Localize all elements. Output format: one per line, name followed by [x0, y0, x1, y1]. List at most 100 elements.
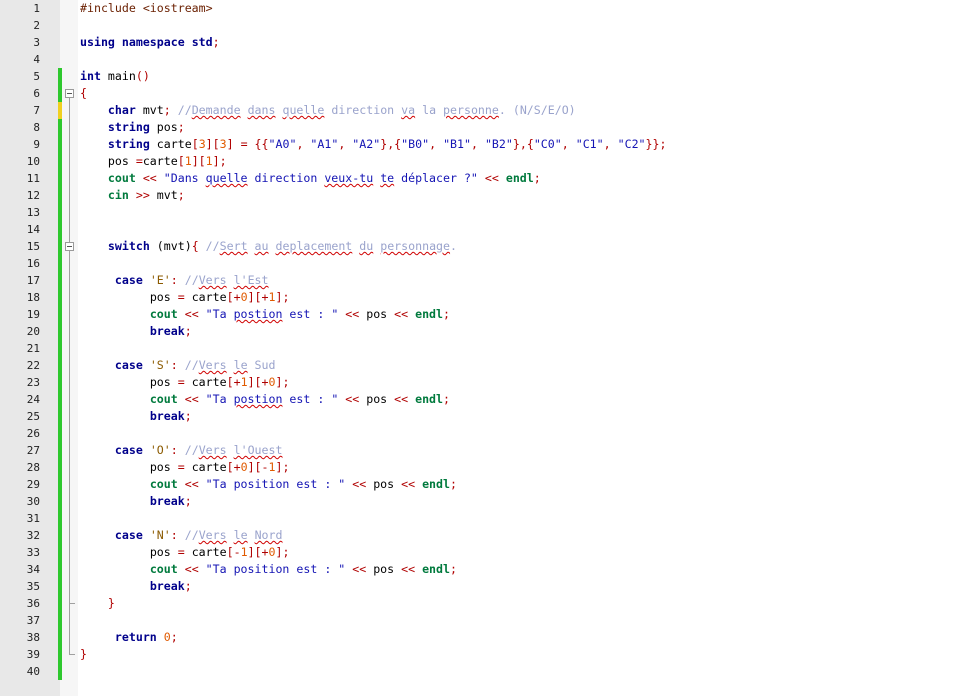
code-token: carte: [184, 290, 227, 304]
line-number: 40: [26, 665, 40, 678]
code-line[interactable]: cout << "Ta position est : " << pos << e…: [80, 476, 457, 493]
code-line[interactable]: break;: [80, 408, 192, 425]
code-line[interactable]: cout << "Dans quelle direction veux-tu t…: [80, 170, 541, 187]
line-number: 29: [26, 478, 40, 491]
code-token: [: [177, 154, 185, 168]
code-editor[interactable]: 1 2 3 4 5 6 7 8 9 10 11 12 13 14 15 16 17 18 19 20 21 22 23 24 2…: [0, 0, 960, 696]
code-line[interactable]: {: [80, 85, 87, 102]
code-line[interactable]: cout << "Ta postion est : " << pos << en…: [80, 306, 450, 323]
line-number-gutter: 1 2 3 4 5 6 7 8 9 10 11 12 13 14 15 16 17 18 19 20 21 22 23 24 2…: [0, 0, 60, 696]
fold-end-marker: [69, 654, 75, 655]
code-token: est : ": [282, 392, 339, 406]
code-token: ][+: [247, 375, 269, 389]
line-number: 31: [26, 512, 40, 525]
code-token: (): [135, 69, 150, 83]
code-token: . (N/S/E/O): [498, 103, 576, 117]
code-token: std: [191, 35, 213, 49]
code-line[interactable]: char mvt; //Demande dans quelle directio…: [80, 102, 576, 119]
code-token: "C1": [575, 137, 604, 151]
code-line[interactable]: #include <iostream>: [80, 0, 213, 17]
code-token: postion: [233, 392, 283, 406]
code-line[interactable]: pos = carte[+1][+0];: [80, 374, 290, 391]
line-number: 35: [26, 580, 40, 593]
line-number: 26: [26, 427, 40, 440]
code-token: case: [114, 443, 143, 457]
code-line[interactable]: cout << "Ta position est : " << pos << e…: [80, 561, 457, 578]
code-token: pos: [149, 290, 178, 304]
code-line[interactable]: pos =carte[1][1];: [80, 153, 227, 170]
code-line[interactable]: pos = carte[+0][-1];: [80, 459, 290, 476]
code-token: pos: [149, 460, 178, 474]
code-line[interactable]: break;: [80, 323, 192, 340]
code-token: la: [415, 103, 444, 117]
code-line[interactable]: switch (mvt){ //Sert au deplacement du p…: [80, 238, 457, 255]
fold-collapse-main-icon[interactable]: [65, 89, 74, 98]
code-token: =: [177, 460, 185, 474]
code-line[interactable]: cout << "Ta postion est : " << pos << en…: [80, 391, 450, 408]
code-token: //: [198, 239, 220, 253]
code-line[interactable]: pos = carte[+0][+1];: [80, 289, 290, 306]
code-line[interactable]: return 0;: [80, 629, 178, 646]
code-line[interactable]: string pos;: [80, 119, 185, 136]
code-line[interactable]: case 'E': //Vers l'Est: [80, 272, 269, 289]
code-token: case: [114, 358, 143, 372]
code-token: carte: [184, 545, 227, 559]
code-line[interactable]: case 'O': //Vers l'Ouest: [80, 442, 283, 459]
code-line[interactable]: case 'N': //Vers le Nord: [80, 527, 283, 544]
code-line[interactable]: string carte[3][3] = {{"A0", "A1", "A2"}…: [80, 136, 667, 153]
code-token: ;: [184, 409, 192, 423]
code-token: Sert: [219, 239, 248, 253]
code-token: 'S': [149, 358, 171, 372]
code-token: using: [80, 35, 115, 49]
line-number: 37: [26, 614, 40, 627]
code-token: quelle: [282, 103, 325, 117]
code-token: :: [170, 443, 178, 457]
code-line[interactable]: }: [80, 595, 115, 612]
line-number: 30: [26, 495, 40, 508]
code-line[interactable]: using namespace std;: [80, 34, 220, 51]
code-token: <<: [177, 392, 206, 406]
code-line[interactable]: cin >> mvt;: [80, 187, 185, 204]
code-token: <<: [394, 477, 423, 491]
code-token: ;: [212, 35, 220, 49]
code-line[interactable]: int main(): [80, 68, 150, 85]
line-number: 20: [26, 325, 40, 338]
code-token: carte: [142, 154, 178, 168]
code-token: 1: [184, 154, 192, 168]
code-token: 1: [268, 460, 276, 474]
code-token: =: [177, 290, 185, 304]
line-number: 3: [33, 36, 40, 49]
line-number: 23: [26, 376, 40, 389]
line-number: 32: [26, 529, 40, 542]
code-token: =: [177, 375, 185, 389]
code-line[interactable]: }: [80, 646, 87, 663]
code-line[interactable]: break;: [80, 493, 192, 510]
code-token: ;: [443, 307, 450, 321]
code-token: pos: [366, 392, 388, 406]
code-token: <<: [477, 171, 506, 185]
line-number: 11: [26, 172, 40, 185]
code-token: 0: [268, 375, 276, 389]
code-token: mvt: [135, 103, 164, 117]
code-token: carte: [184, 460, 227, 474]
code-line[interactable]: pos = carte[-1][+0];: [80, 544, 290, 561]
code-token: ;: [184, 494, 192, 508]
code-line[interactable]: case 'S': //Vers le Sud: [80, 357, 276, 374]
code-token: :: [170, 358, 178, 372]
code-token: <<: [177, 562, 206, 576]
code-token: ;: [443, 392, 450, 406]
code-token: //: [177, 273, 199, 287]
line-number: 38: [26, 631, 40, 644]
code-token: <<: [338, 392, 367, 406]
fold-collapse-switch-icon[interactable]: [65, 242, 74, 251]
code-token: Demande: [191, 103, 241, 117]
code-token: #include <iostream>: [80, 1, 213, 15]
line-number: 27: [26, 444, 40, 457]
code-line[interactable]: break;: [80, 578, 192, 595]
